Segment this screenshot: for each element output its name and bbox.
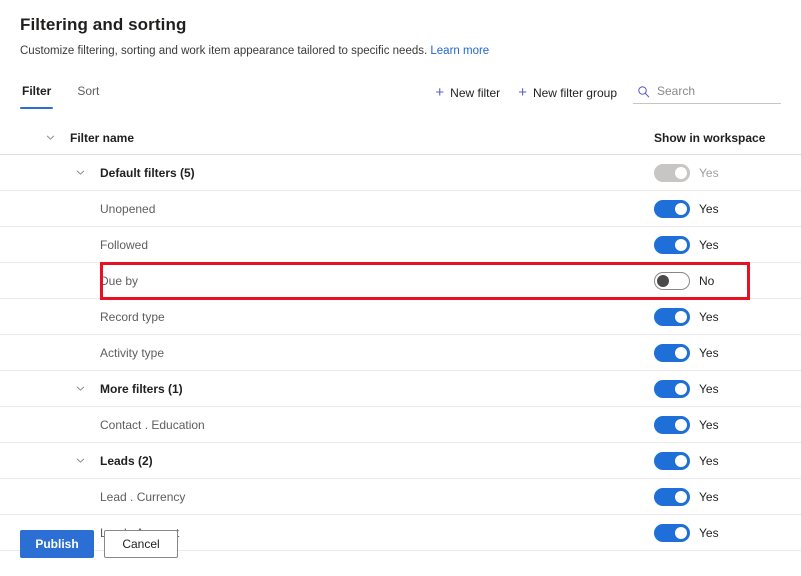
new-filter-group-label: New filter group (532, 85, 617, 100)
page-title: Filtering and sorting (20, 15, 187, 34)
filter-name-label: Contact . Education (100, 417, 205, 432)
new-filter-group-button[interactable]: + New filter group (516, 82, 619, 104)
filter-name-label: Activity type (100, 345, 165, 360)
new-filter-button[interactable]: + New filter (433, 82, 502, 104)
filter-name-label: Lead . Currency (100, 489, 186, 504)
table-row[interactable]: Lead . Currency Yes (0, 479, 801, 515)
filter-name-label: Due by (100, 273, 139, 288)
toggle-knob (657, 274, 669, 287)
show-in-workspace-cell: Yes (646, 199, 781, 218)
plus-icon: + (518, 84, 527, 101)
filter-name-label: Unopened (100, 201, 156, 216)
toggle-knob (675, 310, 687, 323)
show-in-workspace-cell: Yes (646, 379, 781, 398)
show-in-workspace-toggle[interactable] (654, 415, 690, 434)
table-row[interactable]: Due by No (0, 263, 801, 299)
toggle-state-label: Yes (699, 345, 719, 360)
publish-button[interactable]: Publish (20, 530, 94, 558)
filter-name-label: Leads (2) (100, 453, 153, 468)
show-in-workspace-cell: Yes (646, 415, 781, 434)
page-header: Filtering and sorting Customize filterin… (0, 0, 801, 59)
toggle-state-label: No (699, 273, 715, 288)
table-row[interactable]: More filters (1) Yes (0, 371, 801, 407)
toggle-knob (675, 202, 687, 215)
table-row[interactable]: Activity type Yes (0, 335, 801, 371)
show-in-workspace-cell: Yes (646, 343, 781, 362)
show-in-workspace-cell: Yes (646, 487, 781, 506)
tab-filter[interactable]: Filter (20, 79, 54, 109)
show-in-workspace-cell: Yes (646, 451, 781, 470)
chevron-down-icon (46, 135, 55, 140)
filter-name-label: More filters (1) (100, 381, 183, 396)
show-in-workspace-toggle[interactable] (654, 343, 690, 362)
toggle-state-label: Yes (699, 417, 719, 432)
show-in-workspace-toggle[interactable] (654, 451, 690, 470)
toggle-state-label: Yes (699, 309, 719, 324)
plus-icon: + (435, 84, 445, 101)
filter-name-label: Record type (100, 309, 165, 324)
row-expand-toggle[interactable] (0, 383, 100, 394)
row-expand-toggle[interactable] (0, 167, 100, 178)
row-expand-toggle[interactable] (0, 455, 100, 466)
search-box[interactable] (633, 81, 781, 104)
learn-more-link[interactable]: Learn more (430, 45, 489, 57)
show-in-workspace-cell: Yes (646, 163, 781, 182)
toggle-state-label: Yes (699, 165, 719, 180)
table-row[interactable]: Record type Yes (0, 299, 801, 335)
show-in-workspace-toggle[interactable] (654, 307, 690, 326)
table-row[interactable]: Unopened Yes (0, 191, 801, 227)
tabs-toolbar: Filter Sort + New filter + New filter gr… (0, 79, 801, 115)
column-header-show-in-workspace: Show in workspace (654, 130, 766, 145)
show-in-workspace-cell: Yes (646, 235, 781, 254)
chevron-down-icon (76, 386, 85, 391)
filter-name-label: Followed (100, 237, 149, 252)
toggle-state-label: Yes (699, 237, 719, 252)
table-body: Default filters (5) Yes Unopened Yes Followe… (0, 155, 801, 551)
search-input[interactable] (657, 84, 779, 98)
filter-name-label: Default filters (5) (100, 165, 195, 180)
table-row[interactable]: Contact . Education Yes (0, 407, 801, 443)
column-header-filter-name: Filter name (70, 130, 135, 145)
page-subtitle-text: Customize filtering, sorting and work it… (20, 45, 428, 57)
show-in-workspace-toggle[interactable] (654, 487, 690, 506)
show-in-workspace-toggle (654, 163, 690, 182)
toggle-knob (675, 490, 687, 503)
toggle-state-label: Yes (699, 201, 719, 216)
tab-list: Filter Sort (20, 79, 101, 109)
toggle-state-label: Yes (699, 489, 719, 504)
toggle-knob (675, 382, 687, 395)
chevron-down-icon (76, 170, 85, 175)
table-row[interactable]: Followed Yes (0, 227, 801, 263)
show-in-workspace-cell: No (646, 271, 781, 290)
show-in-workspace-toggle[interactable] (654, 271, 690, 290)
page-subtitle: Customize filtering, sorting and work it… (20, 43, 781, 59)
cancel-button[interactable]: Cancel (104, 530, 178, 558)
search-icon (638, 85, 650, 97)
table-row[interactable]: Leads (2) Yes (0, 443, 801, 479)
show-in-workspace-cell: Yes (646, 307, 781, 326)
show-in-workspace-toggle[interactable] (654, 199, 690, 218)
toggle-knob (675, 454, 687, 467)
new-filter-label: New filter (450, 85, 501, 100)
table-header-row: Filter name Show in workspace (0, 121, 801, 155)
toggle-state-label: Yes (699, 453, 719, 468)
show-in-workspace-toggle[interactable] (654, 379, 690, 398)
header-collapse-all-cell[interactable] (0, 132, 70, 143)
toggle-knob (675, 418, 687, 431)
toggle-knob (675, 346, 687, 359)
toolbar: + New filter + New filter group (433, 79, 781, 104)
toggle-knob (675, 166, 687, 179)
toggle-state-label: Yes (699, 381, 719, 396)
footer-actions: Publish Cancel (0, 530, 801, 576)
show-in-workspace-toggle[interactable] (654, 235, 690, 254)
table-row[interactable]: Default filters (5) Yes (0, 155, 801, 191)
chevron-down-icon (76, 458, 85, 463)
filters-table: Filter name Show in workspace Default fi… (0, 121, 801, 551)
tab-sort[interactable]: Sort (75, 79, 101, 109)
toggle-knob (675, 238, 687, 251)
